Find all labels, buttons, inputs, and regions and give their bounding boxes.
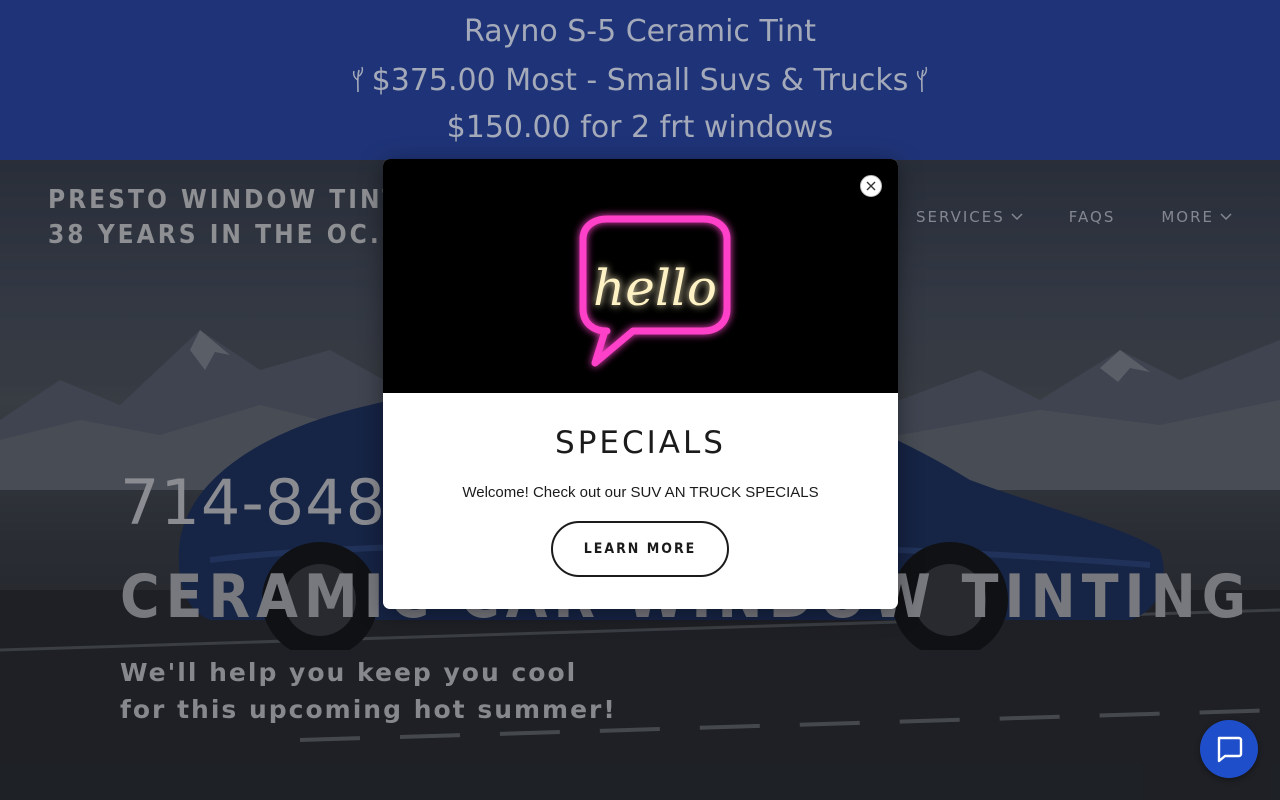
banner-line-price: $375.00 Most - Small Suvs & Trucks	[0, 63, 1280, 98]
announcement-banner: Rayno S-5 Ceramic Tint $375.00 Most - Sm…	[0, 0, 1280, 160]
sprig-icon	[352, 66, 363, 93]
hero-subline-1: We'll help you keep you cool	[120, 658, 578, 687]
hello-neon-image: hello	[383, 159, 898, 393]
chat-button[interactable]	[1200, 720, 1258, 778]
nav-item-faqs[interactable]: FAQS	[1069, 208, 1116, 226]
hero-subline-2: for this upcoming hot summer!	[120, 695, 617, 724]
nav-item-label: MORE	[1161, 208, 1214, 226]
banner-line-window-price: $150.00 for 2 frt windows	[446, 110, 834, 145]
chat-icon	[1217, 736, 1243, 763]
nav-item-label: SERVICES	[916, 208, 1005, 226]
banner-line-product: Rayno S-5 Ceramic Tint	[464, 14, 816, 49]
neon-sign-graphic: hello	[579, 215, 731, 367]
modal-message: Welcome! Check out our SUV AN TRUCK SPEC…	[462, 484, 819, 501]
modal-title: SPECIALS	[555, 425, 726, 461]
specials-modal: hello SPECIALS Welcome! Check out our SU…	[383, 159, 898, 609]
nav-item-label: FAQS	[1068, 208, 1116, 226]
learn-more-button[interactable]: LEARN MORE	[551, 521, 729, 577]
banner-price-text: $375.00 Most - Small Suvs & Trucks	[371, 63, 909, 98]
close-icon	[866, 181, 876, 191]
nav-item-services[interactable]: SERVICES	[916, 208, 1023, 226]
nav-item-more[interactable]: MORE	[1161, 208, 1232, 226]
sprig-icon	[917, 66, 928, 93]
neon-hello-text: hello	[593, 259, 717, 317]
close-button[interactable]	[860, 175, 882, 197]
chevron-down-icon	[1011, 213, 1023, 221]
chevron-down-icon	[1220, 213, 1232, 221]
main-nav: SERVICES FAQS MORE	[916, 208, 1232, 226]
